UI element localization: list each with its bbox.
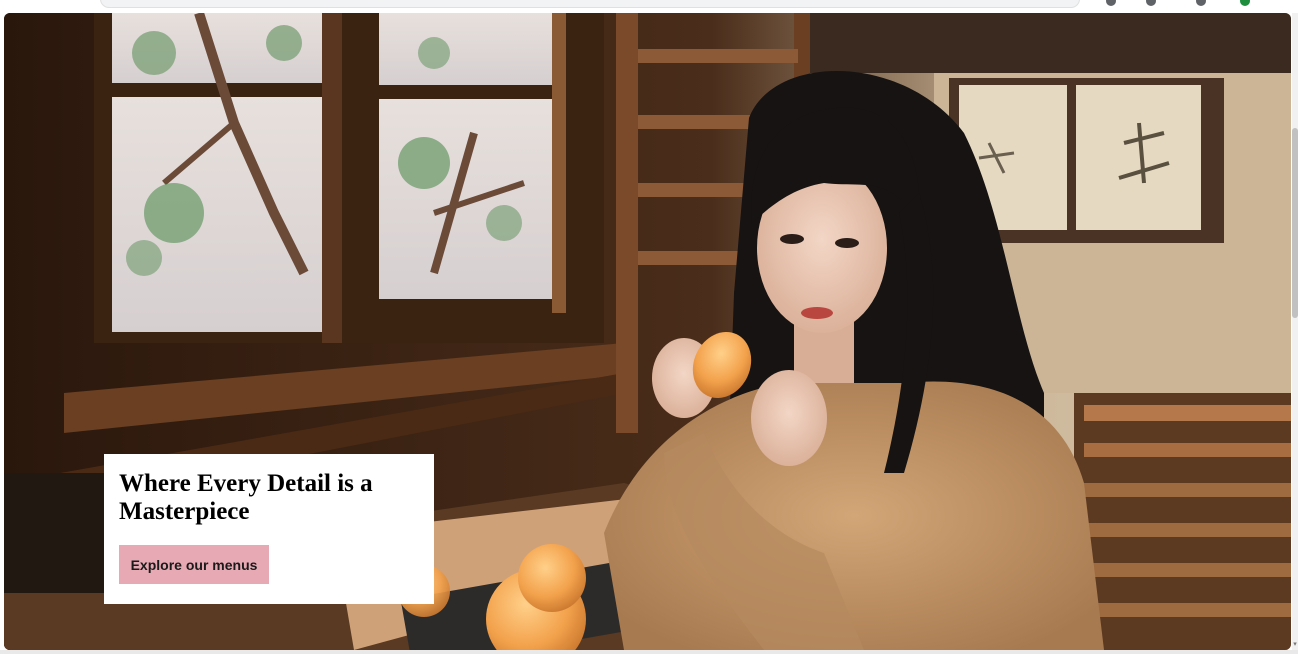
profile-icon[interactable] bbox=[1240, 0, 1250, 6]
page-scrollbar[interactable]: ▾ bbox=[1292, 13, 1298, 650]
address-bar[interactable] bbox=[100, 0, 1080, 8]
scrollbar-thumb[interactable] bbox=[1292, 128, 1298, 318]
page-bottom-divider bbox=[0, 650, 1298, 654]
extension-icon[interactable] bbox=[1106, 0, 1116, 6]
browser-toolbar-edge bbox=[0, 0, 1298, 12]
hero-headline: Where Every Detail is a Masterpiece bbox=[119, 470, 373, 525]
extension-icon[interactable] bbox=[1146, 0, 1156, 6]
scroll-down-arrow-icon[interactable]: ▾ bbox=[1292, 640, 1298, 648]
hero-section: Where Every Detail is a Masterpiece Expl… bbox=[4, 13, 1291, 650]
hero-callout-card: Where Every Detail is a Masterpiece Expl… bbox=[104, 454, 434, 604]
explore-menus-button[interactable]: Explore our menus bbox=[119, 545, 269, 584]
extension-icon[interactable] bbox=[1196, 0, 1206, 6]
